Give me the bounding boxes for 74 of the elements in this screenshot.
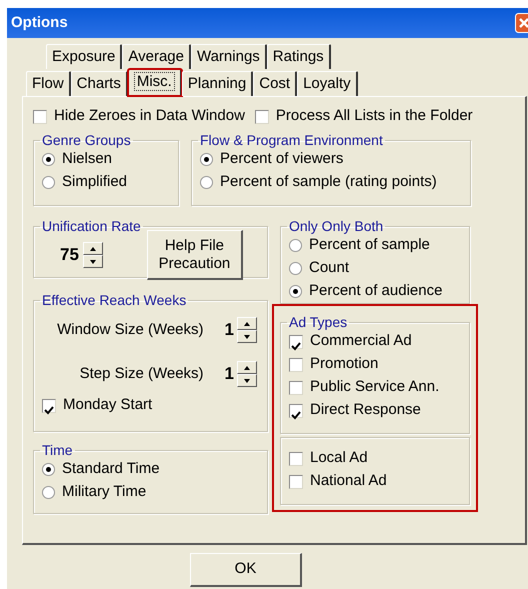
checkbox[interactable] <box>289 358 303 372</box>
checkbox[interactable] <box>289 474 303 488</box>
window-title: Options <box>11 12 68 33</box>
checkbox[interactable] <box>254 110 269 124</box>
group-title: Unification Rate <box>41 218 142 234</box>
spinner-label: Step Size (Weeks) <box>80 364 204 384</box>
radio-label: Nielsen <box>62 149 112 170</box>
group-title: Ad Types <box>288 314 348 330</box>
tab[interactable]: Loyalty <box>297 71 358 96</box>
arrow-down-icon <box>88 258 97 264</box>
group-title: Genre Groups <box>41 132 132 148</box>
spin-up-button[interactable] <box>237 317 257 330</box>
checkbox[interactable] <box>289 334 303 348</box>
spin-down-button[interactable] <box>237 374 257 387</box>
radio-button[interactable] <box>42 153 55 166</box>
checkbox-label: Monday Start <box>63 395 152 416</box>
radio-button[interactable] <box>289 239 302 252</box>
radio-label: Military Time <box>62 482 146 502</box>
checkbox[interactable] <box>289 452 303 466</box>
radio-label: Standard Time <box>62 459 160 480</box>
ok-button[interactable]: OK <box>190 553 302 587</box>
radio-button[interactable] <box>42 486 55 499</box>
checkbox[interactable] <box>289 404 303 418</box>
tab[interactable]: Ratings <box>266 44 331 69</box>
tab[interactable]: Warnings <box>190 44 267 69</box>
spin-down-button[interactable] <box>237 330 257 343</box>
radio-label: Simplified <box>62 172 128 192</box>
tab[interactable]: Charts <box>70 71 128 96</box>
arrow-down-icon <box>243 378 251 384</box>
close-icon[interactable] <box>515 13 528 33</box>
radio-label: Percent of sample (rating points) <box>220 172 437 192</box>
group-title: Only Only Both <box>288 218 384 234</box>
spin-value: 75 <box>60 244 79 266</box>
radio-button[interactable] <box>289 285 302 298</box>
radio-button[interactable] <box>200 176 213 189</box>
group-title: Flow & Program Environment <box>199 132 384 148</box>
group-title: Time <box>41 442 74 458</box>
checkbox-label: Hide Zeroes in Data Window <box>54 106 245 126</box>
help-button[interactable]: Help File Precaution <box>146 230 243 280</box>
arrow-down-icon <box>243 334 251 340</box>
tab[interactable]: Average <box>122 44 191 69</box>
spin-value: 1 <box>224 319 234 342</box>
tab[interactable]: Cost <box>253 71 298 96</box>
spin-down-button[interactable] <box>82 255 103 268</box>
tab[interactable]: Misc. <box>128 69 182 96</box>
radio-button[interactable] <box>289 262 302 275</box>
checkbox[interactable] <box>33 110 47 124</box>
spinner-label: Window Size (Weeks) <box>57 320 204 340</box>
radio-button[interactable] <box>200 153 213 166</box>
checkbox-label: Public Service Ann. <box>310 377 440 398</box>
checkbox-label: Process All Lists in the Folder <box>276 106 473 126</box>
spin-value: 1 <box>224 363 234 386</box>
arrow-up-icon <box>243 364 251 370</box>
radio-label: Percent of audience <box>309 281 442 302</box>
spin-up-button[interactable] <box>82 242 103 255</box>
radio-button[interactable] <box>42 176 55 189</box>
group-title: Effective Reach Weeks <box>41 292 188 308</box>
checkbox[interactable] <box>42 398 56 412</box>
radio-label: Count <box>309 258 350 278</box>
checkbox-label: Local Ad <box>310 448 368 468</box>
arrow-up-icon <box>243 320 251 326</box>
tab[interactable]: Exposure <box>46 44 122 69</box>
spin-up-button[interactable] <box>237 361 257 374</box>
tab[interactable]: Planning <box>182 71 254 96</box>
radio-label: Percent of viewers <box>220 149 344 170</box>
checkbox-label: Promotion <box>310 354 378 374</box>
checkbox-label: National Ad <box>310 471 387 492</box>
radio-button[interactable] <box>42 463 55 476</box>
checkbox-label: Direct Response <box>310 400 421 420</box>
checkbox-label: Commercial Ad <box>310 331 412 352</box>
tab[interactable]: Flow <box>26 71 71 96</box>
checkbox[interactable] <box>289 380 303 394</box>
radio-label: Percent of sample <box>309 235 430 256</box>
arrow-up-icon <box>88 246 97 252</box>
